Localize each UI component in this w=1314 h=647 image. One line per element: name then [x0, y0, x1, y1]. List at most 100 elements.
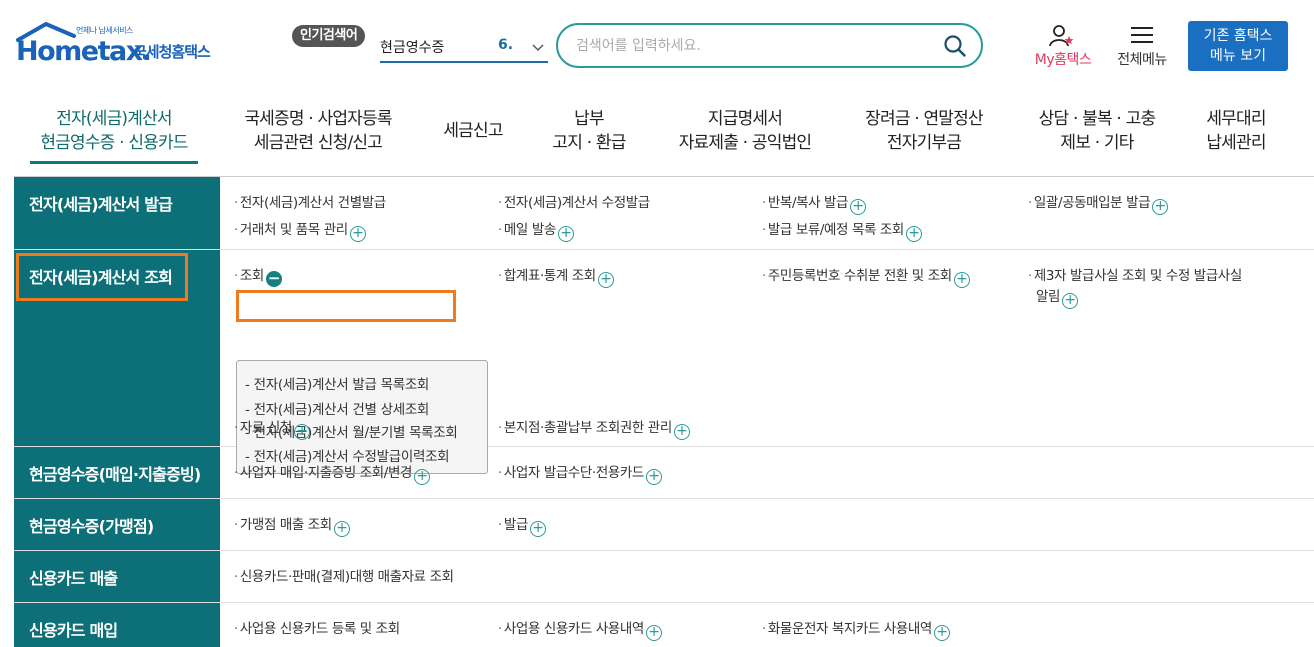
- menu-link[interactable]: · 사업용 신용카드 등록 및 조회: [234, 617, 400, 637]
- expand-plus-icon[interactable]: +: [933, 625, 950, 641]
- nav-item-line2: 현금영수증 · 신용카드: [40, 133, 188, 153]
- menu-link[interactable]: · 발급 +: [498, 513, 546, 537]
- row-title[interactable]: 현금영수증(매입·지출증빙): [14, 447, 220, 498]
- menu-link-label: 전자(세금)계산서 건별발급: [239, 195, 386, 211]
- nav-item-consulting[interactable]: 상담 · 불복 · 고충 제보 · 기타: [1026, 107, 1168, 155]
- expand-plus-icon[interactable]: +: [850, 199, 867, 215]
- search-input[interactable]: [576, 35, 926, 57]
- old-menu-line2: 메뉴 보기: [1210, 48, 1266, 64]
- menu-link[interactable]: · 일괄/공동매입분 발급 +: [1028, 191, 1169, 215]
- collapse-minus-icon[interactable]: −: [265, 271, 282, 287]
- menu-link-label: 발급: [503, 517, 528, 533]
- menu-link-label: 메일 발송: [503, 222, 556, 238]
- menu-link[interactable]: · 제3자 발급사실 조회 및 수정 발급사실: [1028, 264, 1242, 284]
- row-title-label: 현금영수증(매입·지출증빙): [29, 465, 201, 484]
- popular-search-term: 현금영수증: [380, 40, 445, 56]
- menu-link-label: 발급 보류/예정 목록 조회: [767, 222, 904, 238]
- menu-link[interactable]: · 자료 신청 +: [234, 416, 310, 440]
- expand-plus-icon[interactable]: +: [645, 625, 662, 641]
- highlight-box-submenu-item: [236, 290, 456, 322]
- nav-item-line2: 자료제출 · 공익법인: [678, 133, 812, 153]
- expand-plus-icon[interactable]: +: [557, 226, 574, 242]
- menu-link-label: 반복/복사 발급: [767, 195, 849, 211]
- row-title[interactable]: 현금영수증(가맹점): [14, 499, 220, 550]
- row-title[interactable]: 신용카드 매입: [14, 603, 220, 647]
- menu-link-label: 사업용 신용카드 등록 및 조회: [239, 621, 400, 637]
- menu-row-card-sales: 신용카드 매출 · 신용카드·판매(결제)대행 매출자료 조회: [14, 551, 1314, 603]
- menu-link-label: 알림: [1036, 289, 1061, 305]
- menu-link[interactable]: · 조회 −: [234, 264, 282, 287]
- chevron-down-icon[interactable]: [530, 40, 546, 56]
- expand-plus-icon[interactable]: +: [1062, 293, 1079, 309]
- menu-link[interactable]: · 화물운전자 복지카드 사용내역 +: [762, 617, 950, 641]
- submenu-item[interactable]: - 전자(세금)계산서 건별 상세조회: [245, 398, 429, 418]
- nav-item-tax-agent[interactable]: 세무대리 납세관리: [1196, 107, 1276, 155]
- logo-subtitle: 국세청홈택스: [133, 43, 211, 61]
- expand-plus-icon[interactable]: +: [414, 469, 430, 485]
- nav-item-line1: 국세증명 · 사업자등록: [244, 109, 392, 129]
- all-menu-label: 전체메뉴: [1117, 52, 1167, 68]
- menu-link[interactable]: · 메일 발송 +: [498, 218, 574, 242]
- expand-plus-icon[interactable]: +: [953, 272, 970, 288]
- menu-row-etax-issue: 전자(세금)계산서 발급 · 전자(세금)계산서 건별발급 · 전자(세금)계산서 …: [14, 177, 1314, 250]
- nav-item-line2: 전자기부금: [886, 133, 962, 153]
- menu-link[interactable]: · 전자(세금)계산서 수정발급: [498, 191, 650, 211]
- menu-link[interactable]: · 거래처 및 품목 관리 +: [234, 218, 366, 242]
- expand-plus-icon[interactable]: +: [1152, 199, 1169, 215]
- highlight-box-row-title: [16, 253, 188, 301]
- nav-item-line1: 전자(세금)계산서: [56, 109, 172, 129]
- menu-link-label: 본지점·총괄납부 조회권한 관리: [503, 420, 672, 436]
- menu-link[interactable]: · 반복/복사 발급 +: [762, 191, 867, 215]
- menu-row-cash-receipt-merchant: 현금영수증(가맹점) · 가맹점 매출 조회 + · 발급 +: [14, 499, 1314, 551]
- search-icon[interactable]: [943, 34, 967, 58]
- expand-plus-icon[interactable]: +: [905, 226, 922, 242]
- menu-row-card-purchase: 신용카드 매입 · 사업용 신용카드 등록 및 조회 · 사업용 신용카드 사용내역…: [14, 603, 1314, 647]
- menu-link[interactable]: · 합계표·통계 조회 +: [498, 264, 614, 288]
- nav-item-certificate-registration[interactable]: 국세증명 · 사업자등록 세금관련 신청/신고: [232, 107, 404, 155]
- popular-search-badge: 인기검색어: [292, 25, 366, 47]
- expand-plus-icon[interactable]: +: [293, 424, 310, 440]
- nav-item-payment-statement[interactable]: 지급명세서 자료제출 · 공익법인: [668, 107, 822, 155]
- menu-link[interactable]: · 사업자 매입·지출증빙 조회/변경 +: [234, 461, 430, 485]
- nav-item-incentive-yearend[interactable]: 장려금 · 연말정산 전자기부금: [852, 107, 996, 155]
- row-title[interactable]: 전자(세금)계산서 발급: [14, 177, 220, 249]
- expand-plus-icon[interactable]: +: [333, 521, 350, 537]
- nav-item-etax-receipt-card[interactable]: 전자(세금)계산서 현금영수증 · 신용카드: [30, 107, 198, 155]
- menu-link[interactable]: · 본지점·총괄납부 조회권한 관리 +: [498, 416, 690, 440]
- menu-link-label: 제3자 발급사실 조회 및 수정 발급사실: [1033, 268, 1242, 284]
- menu-link[interactable]: · 주민등록번호 수취분 전환 및 조회 +: [762, 264, 970, 288]
- menu-grid: 전자(세금)계산서 발급 · 전자(세금)계산서 건별발급 · 전자(세금)계산서 …: [14, 176, 1314, 647]
- old-hometax-menu-button[interactable]: 기존 홈택스 메뉴 보기: [1188, 21, 1288, 71]
- menu-link-label: 화물운전자 복지카드 사용내역: [767, 621, 932, 637]
- nav-item-tax-filing[interactable]: 세금신고: [434, 119, 512, 143]
- expand-plus-icon[interactable]: +: [645, 469, 662, 485]
- menu-link[interactable]: · 발급 보류/예정 목록 조회 +: [762, 218, 922, 242]
- menu-link[interactable]: · 신용카드·판매(결제)대행 매출자료 조회: [234, 565, 454, 585]
- expand-plus-icon[interactable]: +: [529, 521, 546, 537]
- menu-link-label: 가맹점 매출 조회: [239, 517, 332, 533]
- expand-plus-icon[interactable]: +: [597, 272, 614, 288]
- expand-plus-icon[interactable]: +: [349, 226, 366, 242]
- hometax-logo[interactable]: 언제나 납세서비스 Hometax. 국세청홈택스: [16, 22, 236, 72]
- row-title[interactable]: 신용카드 매출: [14, 551, 220, 602]
- menu-link[interactable]: · 가맹점 매출 조회 +: [234, 513, 350, 537]
- submenu-item-label: 전자(세금)계산서 발급 목록조회: [253, 377, 430, 393]
- menu-link[interactable]: · 사업자 발급수단·전용카드 +: [498, 461, 662, 485]
- menu-row-cash-receipt-purchase: 현금영수증(매입·지출증빙) · 사업자 매입·지출증빙 조회/변경 + · 사업자 …: [14, 447, 1314, 499]
- nav-item-payment[interactable]: 납부 고지 · 환급: [540, 107, 638, 155]
- nav-item-line1: 지급명세서: [707, 109, 783, 129]
- header: 언제나 납세서비스 Hometax. 국세청홈택스 인기검색어 현금영수증 6.…: [0, 0, 1314, 92]
- submenu-item[interactable]: - 전자(세금)계산서 발급 목록조회: [245, 373, 429, 393]
- row-title-label: 신용카드 매출: [29, 569, 118, 588]
- menu-link-label: 신용카드·판매(결제)대행 매출자료 조회: [239, 569, 454, 585]
- menu-link[interactable]: · 전자(세금)계산서 건별발급: [234, 191, 386, 211]
- all-menu-button[interactable]: 전체메뉴: [1110, 24, 1174, 68]
- menu-link-label: 거래처 및 품목 관리: [239, 222, 348, 238]
- expand-plus-icon[interactable]: +: [673, 424, 690, 440]
- row-title-label: 신용카드 매입: [29, 621, 118, 640]
- my-hometax-button[interactable]: My홈택스: [1028, 24, 1098, 68]
- menu-link-continuation[interactable]: 알림 +: [1036, 285, 1079, 309]
- popular-search-select[interactable]: 현금영수증 6.: [380, 34, 548, 63]
- menu-link[interactable]: · 사업용 신용카드 사용내역 +: [498, 617, 662, 641]
- menu-link-label: 조회: [239, 268, 264, 284]
